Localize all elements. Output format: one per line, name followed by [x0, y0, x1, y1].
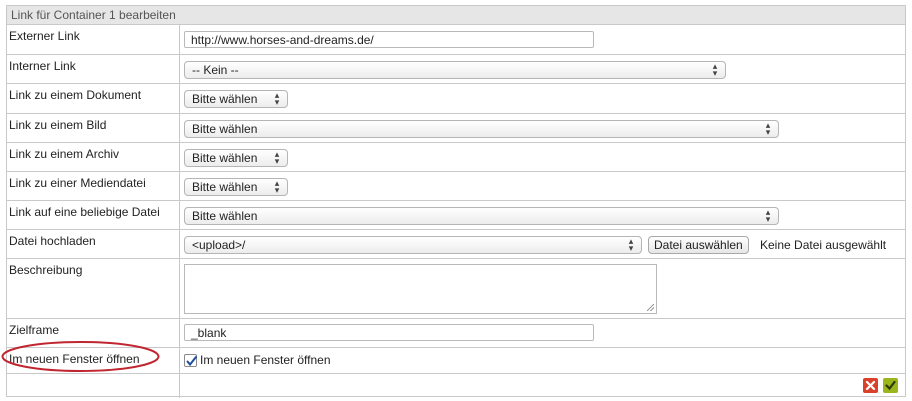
mediendatei-label: Link zu einer Mediendatei	[9, 176, 146, 190]
bild-label: Link zu einem Bild	[9, 118, 107, 132]
neues-fenster-checkbox-label: Im neuen Fenster öffnen	[200, 353, 331, 367]
upload-status-text: Keine Datei ausgewählt	[760, 238, 887, 252]
externer-link-label: Externer Link	[9, 29, 80, 43]
beliebige-datei-select[interactable]: Bitte wählen ▴ ▾	[184, 207, 779, 225]
row-zielframe: Zielframe _blank	[7, 319, 905, 348]
select-arrows-icon: ▴ ▾	[274, 90, 280, 107]
beschreibung-label: Beschreibung	[9, 263, 83, 277]
neues-fenster-checkbox[interactable]	[184, 354, 197, 367]
row-beliebige-datei: Link auf eine beliebige Datei Bitte wähl…	[7, 201, 905, 230]
select-arrows-icon: ▴ ▾	[712, 61, 718, 78]
select-arrows-icon: ▴ ▾	[765, 120, 771, 137]
dokument-label: Link zu einem Dokument	[9, 88, 142, 102]
row-externer-link: Externer Link http://www.horses-and-drea…	[7, 25, 905, 55]
checkmark-icon	[186, 356, 197, 367]
close-icon	[865, 380, 876, 391]
datei-auswaehlen-button[interactable]: Datei auswählen	[648, 236, 749, 254]
row-archiv: Link zu einem Archiv Bitte wählen ▴ ▾	[7, 143, 905, 172]
zielframe-label: Zielframe	[9, 323, 60, 337]
row-beschreibung: Beschreibung	[7, 259, 905, 319]
confirm-button[interactable]	[883, 378, 898, 393]
select-arrows-icon: ▴ ▾	[274, 178, 280, 195]
beliebige-datei-label: Link auf eine beliebige Datei	[9, 205, 160, 219]
row-dokument: Link zu einem Dokument Bitte wählen ▴ ▾	[7, 84, 905, 114]
checkmark-icon	[885, 380, 896, 391]
bild-select[interactable]: Bitte wählen ▴ ▾	[184, 120, 779, 138]
row-datei-hochladen: Datei hochladen <upload>/ ▴ ▾ Datei auswä…	[7, 230, 905, 259]
cancel-button[interactable]	[863, 378, 878, 393]
link-editor-dialog: Link für Container 1 bearbeiten Externer…	[6, 5, 906, 398]
beschreibung-textarea[interactable]	[184, 264, 657, 314]
datei-hochladen-label: Datei hochladen	[9, 234, 96, 248]
select-arrows-icon: ▴ ▾	[274, 149, 280, 166]
textarea-resize-handle-icon[interactable]	[647, 304, 654, 311]
archiv-select[interactable]: Bitte wählen ▴ ▾	[184, 149, 288, 167]
interner-link-select[interactable]: -- Kein -- ▴ ▾	[184, 61, 726, 79]
beliebige-datei-selected: Bitte wählen	[192, 209, 258, 223]
dokument-select[interactable]: Bitte wählen ▴ ▾	[184, 90, 288, 108]
upload-select[interactable]: <upload>/ ▴ ▾	[184, 236, 642, 254]
bild-selected: Bitte wählen	[192, 122, 258, 136]
interner-link-selected: -- Kein --	[192, 63, 239, 77]
mediendatei-selected: Bitte wählen	[192, 180, 258, 194]
externer-link-input[interactable]: http://www.horses-and-dreams.de/	[184, 31, 594, 48]
archiv-label: Link zu einem Archiv	[9, 147, 120, 161]
row-mediendatei: Link zu einer Mediendatei Bitte wählen ▴…	[7, 172, 905, 201]
row-neues-fenster: Im neuen Fenster öffnen Im neuen Fenster…	[7, 348, 905, 374]
dialog-title: Link für Container 1 bearbeiten	[7, 6, 905, 25]
select-arrows-icon: ▴ ▾	[628, 236, 634, 253]
mediendatei-select[interactable]: Bitte wählen ▴ ▾	[184, 178, 288, 196]
dokument-selected: Bitte wählen	[192, 92, 258, 106]
select-arrows-icon: ▴ ▾	[765, 207, 771, 224]
interner-link-label: Interner Link	[9, 59, 76, 73]
neues-fenster-label: Im neuen Fenster öffnen	[9, 352, 140, 366]
upload-selected: <upload>/	[192, 238, 246, 252]
archiv-selected: Bitte wählen	[192, 151, 258, 165]
row-interner-link: Interner Link -- Kein -- ▴ ▾	[7, 55, 905, 84]
zielframe-input[interactable]: _blank	[184, 324, 594, 341]
row-bild: Link zu einem Bild Bitte wählen ▴ ▾	[7, 114, 905, 143]
